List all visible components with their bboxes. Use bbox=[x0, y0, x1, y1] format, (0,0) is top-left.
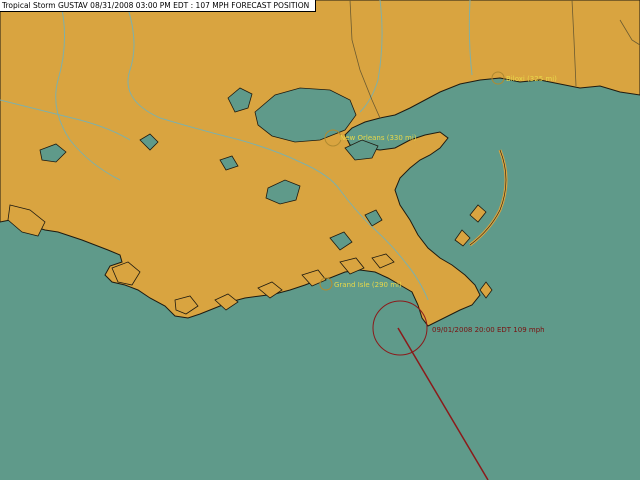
forecast-position-label: 09/01/2008 20:00 EDT 109 mph bbox=[432, 326, 545, 334]
city-biloxi: Biloxi (325 mi) bbox=[506, 75, 557, 83]
map-title: Tropical Storm GUSTAV 08/31/2008 03:00 P… bbox=[0, 0, 317, 12]
city-grand-isle: Grand Isle (290 mi) bbox=[334, 281, 402, 289]
city-new-orleans: New Orleans (330 mi) bbox=[340, 134, 417, 142]
storm-map: Biloxi (325 mi) New Orleans (330 mi) Gra… bbox=[0, 0, 640, 480]
